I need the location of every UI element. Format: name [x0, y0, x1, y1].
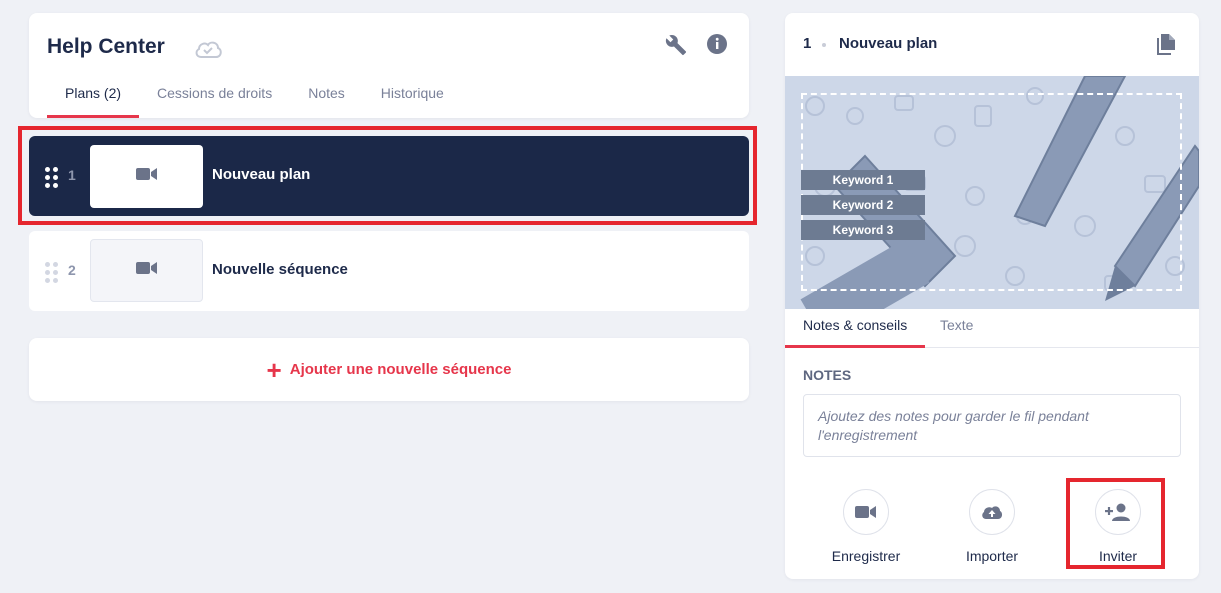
notes-heading: NOTES	[803, 367, 852, 383]
drag-handle-icon[interactable]	[45, 262, 58, 283]
plan-preview: Keyword 1 Keyword 2 Keyword 3	[785, 76, 1199, 309]
plus-icon: +	[266, 354, 282, 385]
plan-title: Nouveau plan	[839, 35, 938, 52]
cloud-saved-icon	[193, 39, 223, 64]
keyword-tag: Keyword 1	[801, 170, 925, 190]
copy-icon[interactable]	[1157, 34, 1177, 61]
page-title: Help Center	[47, 35, 165, 58]
notes-input[interactable]: Ajoutez des notes pour garder le fil pen…	[803, 394, 1181, 457]
import-button[interactable]: Importer	[942, 489, 1042, 564]
wrench-icon[interactable]	[665, 34, 687, 61]
add-sequence-button[interactable]: + Ajouter une nouvelle séquence	[29, 338, 749, 401]
highlight-box	[1066, 478, 1165, 569]
tab-historique[interactable]: Historique	[363, 85, 462, 118]
plan-number: 1	[803, 35, 812, 52]
tab-cessions-de-droits[interactable]: Cessions de droits	[139, 85, 290, 118]
import-label: Importer	[965, 548, 1019, 564]
record-button[interactable]: Enregistrer	[816, 489, 916, 564]
video-camera-icon	[135, 260, 158, 281]
safe-area-frame	[801, 93, 1182, 291]
tab-plans[interactable]: Plans (2)	[47, 85, 140, 118]
plan-thumbnail[interactable]	[90, 239, 203, 302]
row-title: Nouvelle séquence	[212, 261, 348, 278]
separator-dot	[822, 43, 826, 47]
project-header: Help Center Plans (2) Cessions de droits…	[29, 13, 749, 118]
keyword-tag: Keyword 3	[801, 220, 925, 240]
highlight-box	[18, 126, 757, 225]
info-icon[interactable]	[706, 33, 728, 60]
plan-row[interactable]: 2 Nouvelle séquence	[29, 231, 749, 311]
keyword-tag: Keyword 2	[801, 195, 925, 215]
cloud-upload-icon	[969, 489, 1015, 535]
detail-tabs: Notes & conseils Texte	[785, 309, 1199, 348]
project-tabs: Plans (2) Cessions de droits Notes Histo…	[47, 85, 462, 118]
tab-notes[interactable]: Notes	[290, 85, 363, 118]
video-camera-icon	[843, 489, 889, 535]
tab-notes-conseils[interactable]: Notes & conseils	[785, 309, 926, 348]
row-number: 2	[68, 262, 76, 278]
tab-texte[interactable]: Texte	[922, 309, 991, 348]
record-label: Enregistrer	[831, 548, 901, 564]
add-sequence-label: Ajouter une nouvelle séquence	[289, 361, 512, 378]
